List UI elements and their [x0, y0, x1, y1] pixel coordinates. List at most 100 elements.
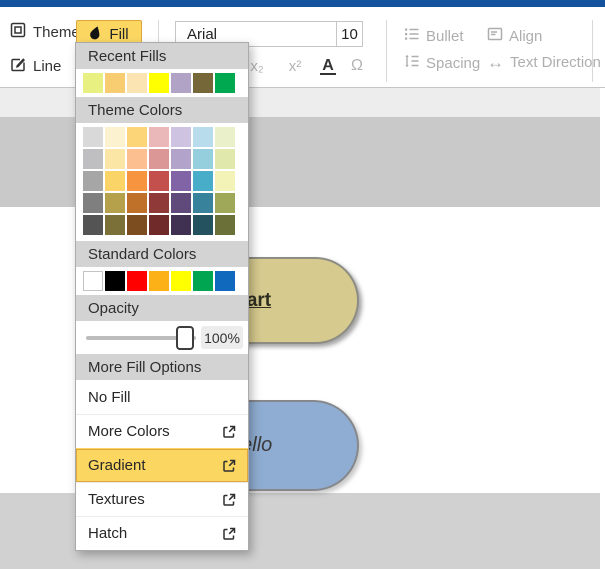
more-fill-options-header: More Fill Options: [76, 354, 248, 380]
theme-colors-grid: [76, 123, 248, 241]
theme-color-swatch[interactable]: [193, 171, 213, 191]
theme-color-swatch[interactable]: [215, 215, 235, 235]
recent-fill-swatch[interactable]: [83, 73, 103, 93]
theme-color-swatch[interactable]: [215, 193, 235, 213]
theme-color-swatch[interactable]: [149, 215, 169, 235]
recent-fill-swatch[interactable]: [127, 73, 147, 93]
theme-color-swatch[interactable]: [105, 149, 125, 169]
align-label: Align: [509, 27, 543, 45]
bullet-button[interactable]: Bullet: [404, 27, 464, 45]
theme-color-swatch[interactable]: [105, 215, 125, 235]
theme-color-swatch[interactable]: [127, 149, 147, 169]
superscript-button[interactable]: x²: [281, 55, 309, 77]
fill-option-label: More Colors: [88, 423, 170, 440]
theme-color-swatch[interactable]: [193, 127, 213, 147]
external-link-icon: [222, 459, 236, 473]
bullet-label: Bullet: [426, 27, 464, 45]
theme-color-swatch[interactable]: [215, 171, 235, 191]
line-spacing-icon: [404, 54, 420, 72]
opacity-control: 100%: [76, 321, 248, 354]
standard-color-swatch[interactable]: [105, 271, 125, 291]
font-color-button[interactable]: A: [316, 55, 340, 77]
standard-color-swatch[interactable]: [149, 271, 169, 291]
fill-option-textures[interactable]: Textures: [76, 482, 248, 516]
symbol-omega-button[interactable]: Ω: [345, 55, 369, 77]
theme-color-swatch[interactable]: [127, 171, 147, 191]
theme-color-swatch[interactable]: [171, 193, 191, 213]
font-size-input[interactable]: [336, 21, 363, 47]
theme-color-swatch[interactable]: [149, 193, 169, 213]
standard-color-swatch[interactable]: [171, 271, 191, 291]
standard-colors-swatches: [76, 267, 248, 295]
theme-color-swatch[interactable]: [149, 127, 169, 147]
opacity-value: 100%: [201, 326, 243, 349]
recent-fill-swatch[interactable]: [193, 73, 213, 93]
font-color-label: A: [320, 56, 336, 75]
theme-color-row: [83, 149, 241, 169]
fill-label: Fill: [109, 26, 129, 43]
recent-fill-swatch[interactable]: [149, 73, 169, 93]
theme-color-swatch[interactable]: [171, 171, 191, 191]
text-direction-button[interactable]: ↔ Text Direction: [487, 52, 601, 72]
fill-option-hatch[interactable]: Hatch: [76, 516, 248, 550]
theme-color-swatch[interactable]: [171, 149, 191, 169]
theme-color-swatch[interactable]: [105, 171, 125, 191]
theme-color-swatch[interactable]: [127, 193, 147, 213]
theme-color-swatch[interactable]: [127, 215, 147, 235]
recent-fills-header: Recent Fills: [76, 43, 248, 69]
external-link-icon: [222, 425, 236, 439]
theme-color-swatch[interactable]: [193, 149, 213, 169]
themes-icon: [10, 22, 26, 42]
theme-color-swatch[interactable]: [171, 127, 191, 147]
align-icon: [487, 27, 503, 45]
theme-colors-header: Theme Colors: [76, 97, 248, 123]
theme-color-row: [83, 193, 241, 213]
standard-color-swatch[interactable]: [83, 271, 103, 291]
theme-color-swatch[interactable]: [193, 193, 213, 213]
standard-colors-header: Standard Colors: [76, 241, 248, 267]
line-button[interactable]: Line: [10, 57, 61, 75]
theme-color-swatch[interactable]: [105, 193, 125, 213]
theme-color-swatch[interactable]: [83, 215, 103, 235]
theme-color-swatch[interactable]: [215, 127, 235, 147]
recent-fills-swatches: [76, 69, 248, 97]
external-link-icon: [222, 527, 236, 541]
fill-dropdown-panel: Recent Fills Theme Colors Standard Color…: [75, 42, 249, 551]
theme-color-swatch[interactable]: [105, 127, 125, 147]
fill-option-gradient[interactable]: Gradient: [76, 448, 248, 482]
fill-option-more-colors[interactable]: More Colors: [76, 414, 248, 448]
theme-color-swatch[interactable]: [193, 215, 213, 235]
bullet-list-icon: [404, 27, 420, 45]
external-link-icon: [222, 493, 236, 507]
recent-fill-swatch[interactable]: [215, 73, 235, 93]
fill-option-label: Gradient: [88, 457, 146, 474]
recent-fill-swatch[interactable]: [105, 73, 125, 93]
theme-color-row: [83, 127, 241, 147]
standard-color-swatch[interactable]: [193, 271, 213, 291]
theme-color-swatch[interactable]: [83, 171, 103, 191]
standard-color-swatch[interactable]: [127, 271, 147, 291]
theme-color-swatch[interactable]: [149, 171, 169, 191]
theme-color-swatch[interactable]: [127, 127, 147, 147]
opacity-slider-thumb[interactable]: [176, 326, 194, 350]
text-direction-arrow-icon: ↔: [487, 52, 504, 72]
line-pencil-icon: [10, 56, 26, 76]
theme-color-row: [83, 215, 241, 235]
toolbar-separator: [592, 20, 593, 82]
standard-color-swatch[interactable]: [215, 271, 235, 291]
align-button[interactable]: Align: [487, 27, 542, 45]
recent-fill-swatch[interactable]: [171, 73, 191, 93]
theme-color-swatch[interactable]: [83, 193, 103, 213]
theme-color-swatch[interactable]: [83, 127, 103, 147]
theme-color-swatch[interactable]: [171, 215, 191, 235]
spacing-label: Spacing: [426, 54, 481, 72]
fill-option-label: No Fill: [88, 388, 131, 406]
line-label: Line: [33, 57, 62, 75]
theme-color-swatch[interactable]: [215, 149, 235, 169]
text-direction-label: Text Direction: [510, 54, 601, 71]
spacing-button[interactable]: Spacing: [404, 54, 480, 72]
fill-option-label: Textures: [88, 491, 145, 508]
theme-color-swatch[interactable]: [83, 149, 103, 169]
theme-color-swatch[interactable]: [149, 149, 169, 169]
fill-option-no-fill[interactable]: No Fill: [76, 380, 248, 414]
